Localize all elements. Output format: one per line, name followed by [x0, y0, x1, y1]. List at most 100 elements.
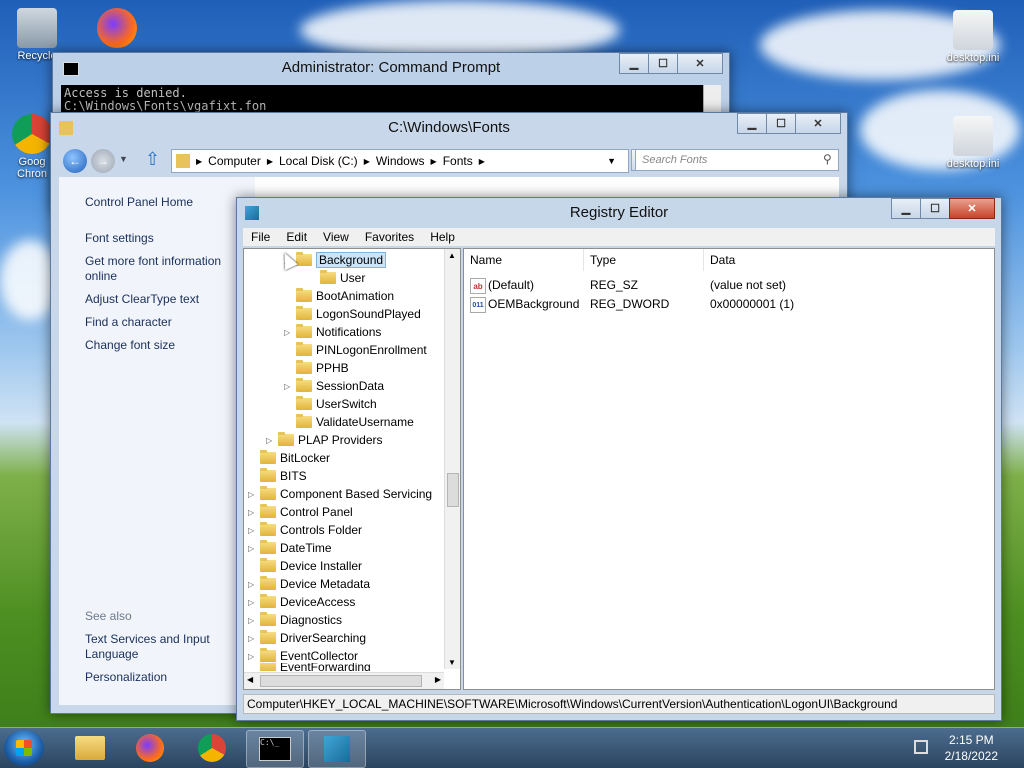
breadcrumb-windows[interactable]: Windows [376, 154, 425, 168]
menu-file[interactable]: File [243, 230, 278, 244]
personalization-link[interactable]: Personalization [85, 670, 250, 685]
tree-node-label: Control Panel [280, 505, 353, 519]
tree-node-pinlogonenrollment[interactable]: PINLogonEnrollment [284, 341, 427, 359]
menu-favorites[interactable]: Favorites [357, 230, 422, 244]
start-button[interactable] [4, 730, 44, 766]
tree-node-eventforwarding[interactable]: EventForwarding [248, 663, 371, 671]
expand-icon[interactable]: ▷ [248, 652, 258, 661]
scroll-right-icon[interactable]: ▶ [435, 675, 441, 684]
taskbar-cmd-button[interactable]: C:\_ [246, 730, 304, 768]
tree-node-component-based-servicing[interactable]: ▷ Component Based Servicing [248, 485, 432, 503]
expand-icon[interactable]: ▷ [248, 490, 258, 499]
expand-icon[interactable]: ▷ [266, 436, 276, 445]
tree-node-bitlocker[interactable]: BitLocker [248, 449, 330, 467]
tree-node-logonsoundplayed[interactable]: LogonSoundPlayed [284, 305, 421, 323]
forward-button[interactable]: → [91, 149, 115, 173]
taskbar-regedit-button[interactable] [308, 730, 366, 768]
close-button[interactable]: ✕ [949, 198, 995, 219]
tree-node-validateusername[interactable]: ValidateUsername [284, 413, 414, 431]
tree-node-diagnostics[interactable]: ▷ Diagnostics [248, 611, 342, 629]
expand-icon[interactable]: ▷ [248, 598, 258, 607]
system-clock[interactable]: 2:15 PM 2/18/2022 [945, 732, 998, 764]
address-dropdown-icon[interactable]: ▼ [607, 156, 616, 166]
font-settings-link[interactable]: Font settings [85, 231, 250, 246]
tree-node-deviceaccess[interactable]: ▷ DeviceAccess [248, 593, 355, 611]
breadcrumb-local-disk[interactable]: Local Disk (C:) [279, 154, 358, 168]
scroll-thumb[interactable] [447, 473, 459, 507]
taskbar-explorer-button[interactable] [62, 730, 118, 766]
menu-edit[interactable]: Edit [278, 230, 315, 244]
expand-icon[interactable]: ▷ [248, 634, 258, 643]
tree-node-userswitch[interactable]: UserSwitch [284, 395, 377, 413]
registry-values-list[interactable]: Name Type Data ab (Default) REG_SZ (valu… [463, 248, 995, 690]
tree-node-sessiondata[interactable]: ▷ SessionData [284, 377, 384, 395]
console-scrollbar[interactable] [703, 85, 721, 113]
more-font-info-link[interactable]: Get more font information online [85, 254, 250, 284]
scroll-thumb[interactable] [260, 675, 422, 687]
tree-node-controls-folder[interactable]: ▷ Controls Folder [248, 521, 362, 539]
tree-node-device-metadata[interactable]: ▷ Device Metadata [248, 575, 370, 593]
network-icon[interactable] [914, 740, 928, 754]
tree-node-control-panel[interactable]: ▷ Control Panel [248, 503, 353, 521]
taskbar-chrome-button[interactable] [184, 730, 240, 766]
taskbar-firefox-button[interactable] [122, 730, 178, 766]
menu-view[interactable]: View [315, 230, 357, 244]
cmd-titlebar[interactable]: Administrator: Command Prompt ▁ ☐ ✕ [53, 53, 729, 83]
column-header-name[interactable]: Name [464, 249, 584, 271]
close-button[interactable]: ✕ [795, 113, 841, 134]
close-button[interactable]: ✕ [677, 53, 723, 74]
tree-horizontal-scrollbar[interactable]: ◀ ▶ [244, 672, 444, 689]
tree-node-bootanimation[interactable]: BootAnimation [284, 287, 394, 305]
tree-node-device-installer[interactable]: Device Installer [248, 557, 362, 575]
breadcrumb-computer[interactable]: Computer [208, 154, 261, 168]
scroll-down-icon[interactable]: ▼ [448, 658, 456, 667]
tree-vertical-scrollbar[interactable]: ▲ ▼ [444, 249, 460, 669]
search-fonts-input[interactable]: Search Fonts [635, 149, 839, 171]
menu-help[interactable]: Help [422, 230, 463, 244]
column-header-data[interactable]: Data [704, 249, 994, 271]
desktop-icon-desktop-ini-2[interactable]: desktop.ini [938, 116, 1008, 170]
maximize-button[interactable]: ☐ [920, 198, 950, 219]
tree-node-datetime[interactable]: ▷ DateTime [248, 539, 332, 557]
expand-icon[interactable]: ▷ [248, 616, 258, 625]
adjust-cleartype-link[interactable]: Adjust ClearType text [85, 292, 250, 307]
tree-node-user[interactable]: User [308, 269, 365, 287]
expand-icon[interactable]: ▷ [284, 328, 294, 337]
column-header-type[interactable]: Type [584, 249, 704, 271]
registry-key-tree[interactable]: ◢ Background User BootAnimation LogonSou… [243, 248, 461, 690]
expand-icon[interactable]: ▷ [248, 580, 258, 589]
expand-icon[interactable]: ▷ [248, 526, 258, 535]
address-bar[interactable]: ▶ Computer ▶ Local Disk (C:) ▶ Windows ▶… [171, 149, 629, 173]
table-row[interactable]: 011 OEMBackground REG_DWORD 0x00000001 (… [464, 294, 994, 313]
registry-editor-window[interactable]: Registry Editor ▁ ☐ ✕ File Edit View Fav… [236, 197, 1002, 721]
change-font-size-link[interactable]: Change font size [85, 338, 250, 353]
expand-icon[interactable]: ▷ [248, 544, 258, 553]
tree-node-background[interactable]: ◢ Background [284, 251, 387, 269]
tree-node-notifications[interactable]: ▷ Notifications [284, 323, 381, 341]
minimize-button[interactable]: ▁ [891, 198, 921, 219]
expand-icon[interactable]: ▷ [284, 382, 294, 391]
maximize-button[interactable]: ☐ [766, 113, 796, 134]
breadcrumb-fonts[interactable]: Fonts [443, 154, 473, 168]
tree-node-pphb[interactable]: PPHB [284, 359, 349, 377]
control-panel-home-link[interactable]: Control Panel Home [85, 195, 250, 210]
text-services-link[interactable]: Text Services and Input Language [85, 632, 250, 662]
tree-node-plap-providers[interactable]: ▷ PLAP Providers [266, 431, 383, 449]
desktop-icon-desktop-ini-1[interactable]: desktop.ini [938, 10, 1008, 64]
regedit-titlebar[interactable]: Registry Editor ▁ ☐ ✕ [237, 198, 1001, 228]
expand-icon[interactable]: ▷ [248, 508, 258, 517]
maximize-button[interactable]: ☐ [648, 53, 678, 74]
tree-node-bits[interactable]: BITS [248, 467, 307, 485]
scroll-up-icon[interactable]: ▲ [448, 251, 456, 260]
minimize-button[interactable]: ▁ [737, 113, 767, 134]
tree-node-driversearching[interactable]: ▷ DriverSearching [248, 629, 366, 647]
back-button[interactable]: ← [63, 149, 87, 173]
scroll-left-icon[interactable]: ◀ [247, 675, 253, 684]
find-character-link[interactable]: Find a character [85, 315, 250, 330]
recent-pages-chevron-icon[interactable]: ▼ [119, 154, 128, 164]
table-row[interactable]: ab (Default) REG_SZ (value not set) [464, 275, 994, 294]
explorer-titlebar[interactable]: C:\Windows\Fonts ▁ ☐ ✕ [51, 113, 847, 143]
minimize-button[interactable]: ▁ [619, 53, 649, 74]
desktop-icon-firefox[interactable] [82, 8, 152, 50]
up-arrow-icon[interactable]: ⇧ [145, 149, 160, 170]
